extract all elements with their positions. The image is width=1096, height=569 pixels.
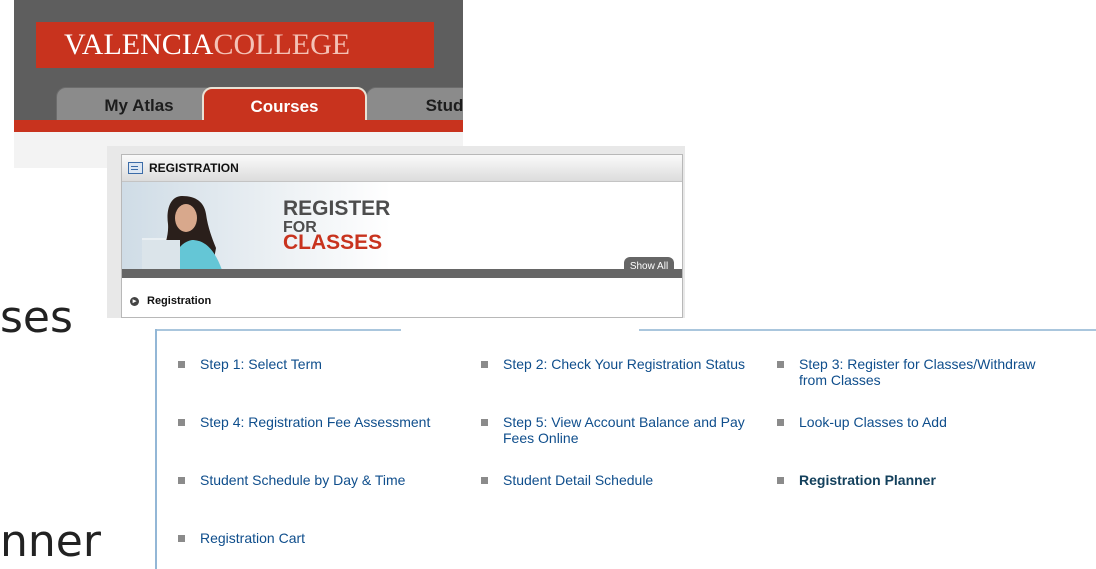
bullet-icon: [481, 419, 488, 426]
channel-icon: [128, 162, 143, 174]
bullet-icon: [481, 477, 488, 484]
banner-text-register: REGISTER: [283, 197, 391, 220]
show-all-button[interactable]: Show All: [624, 257, 674, 277]
portal-header-screenshot: VALENCIACOLLEGE My Atlas Courses Studer: [14, 0, 463, 132]
step-label: Step 4: Registration Fee Assessment: [200, 414, 431, 430]
step-label: Student Schedule by Day & Time: [200, 472, 406, 488]
student-detail-schedule-link[interactable]: Student Detail Schedule: [481, 472, 761, 488]
registration-link-label: Registration: [147, 295, 212, 307]
step-4-fee-assessment-link[interactable]: Step 4: Registration Fee Assessment: [178, 414, 438, 430]
step-2-check-status-link[interactable]: Step 2: Check Your Registration Status: [481, 356, 751, 372]
registration-panel-header: REGISTRATION: [122, 155, 682, 182]
step-3-register-link[interactable]: Step 3: Register for Classes/Withdraw fr…: [777, 356, 1037, 388]
bullet-icon: [777, 419, 784, 426]
divider: [639, 329, 1096, 331]
step-5-account-balance-link[interactable]: Step 5: View Account Balance and Pay Fee…: [481, 414, 751, 446]
slide-text-fragment: ses: [0, 292, 73, 343]
registration-panel: REGISTRATION REGISTER FOR CLASSES Show A…: [121, 154, 683, 318]
step-label: Look-up Classes to Add: [799, 414, 947, 430]
student-photo-icon: [142, 196, 222, 270]
registration-planner-link[interactable]: Registration Planner: [777, 472, 1057, 488]
logo-text-valencia: VALENCIA: [64, 28, 214, 61]
step-label: Step 1: Select Term: [200, 356, 322, 372]
bullet-icon: [178, 419, 185, 426]
bullet-icon: [178, 535, 185, 542]
divider: [157, 329, 401, 331]
registration-link[interactable]: ▸ Registration: [130, 295, 211, 307]
registration-panel-title: REGISTRATION: [149, 161, 239, 175]
slide-text-fragment: nner: [0, 516, 101, 567]
step-label: Registration Planner: [799, 472, 936, 488]
bullet-icon: [178, 361, 185, 368]
channel-divider: [122, 269, 682, 278]
lookup-classes-link[interactable]: Look-up Classes to Add: [777, 414, 1037, 430]
banner-text-classes: CLASSES: [283, 231, 383, 254]
tab-underline: [14, 120, 463, 132]
student-schedule-day-time-link[interactable]: Student Schedule by Day & Time: [178, 472, 458, 488]
step-label: Registration Cart: [200, 530, 306, 546]
step-label: Step 5: View Account Balance and Pay Fee…: [503, 414, 745, 446]
registration-channel-screenshot: REGISTRATION REGISTER FOR CLASSES Show A…: [107, 146, 685, 318]
logo-text-college: COLLEGE: [213, 28, 351, 61]
step-1-select-term-link[interactable]: Step 1: Select Term: [178, 356, 458, 372]
bullet-icon: [777, 361, 784, 368]
valencia-college-logo[interactable]: VALENCIACOLLEGE: [64, 28, 350, 62]
registration-cart-link[interactable]: Registration Cart: [178, 530, 458, 546]
registration-steps-screenshot: Step 1: Select Term Step 2: Check Your R…: [155, 329, 1096, 569]
bullet-icon: [178, 477, 185, 484]
bullet-icon: [777, 477, 784, 484]
step-label: Step 3: Register for Classes/Withdraw fr…: [799, 356, 1036, 388]
step-label: Step 2: Check Your Registration Status: [503, 356, 746, 372]
step-label: Student Detail Schedule: [503, 472, 654, 488]
bullet-icon: [481, 361, 488, 368]
register-for-classes-banner[interactable]: REGISTER FOR CLASSES: [122, 182, 682, 270]
chevron-right-icon: ▸: [130, 296, 139, 306]
